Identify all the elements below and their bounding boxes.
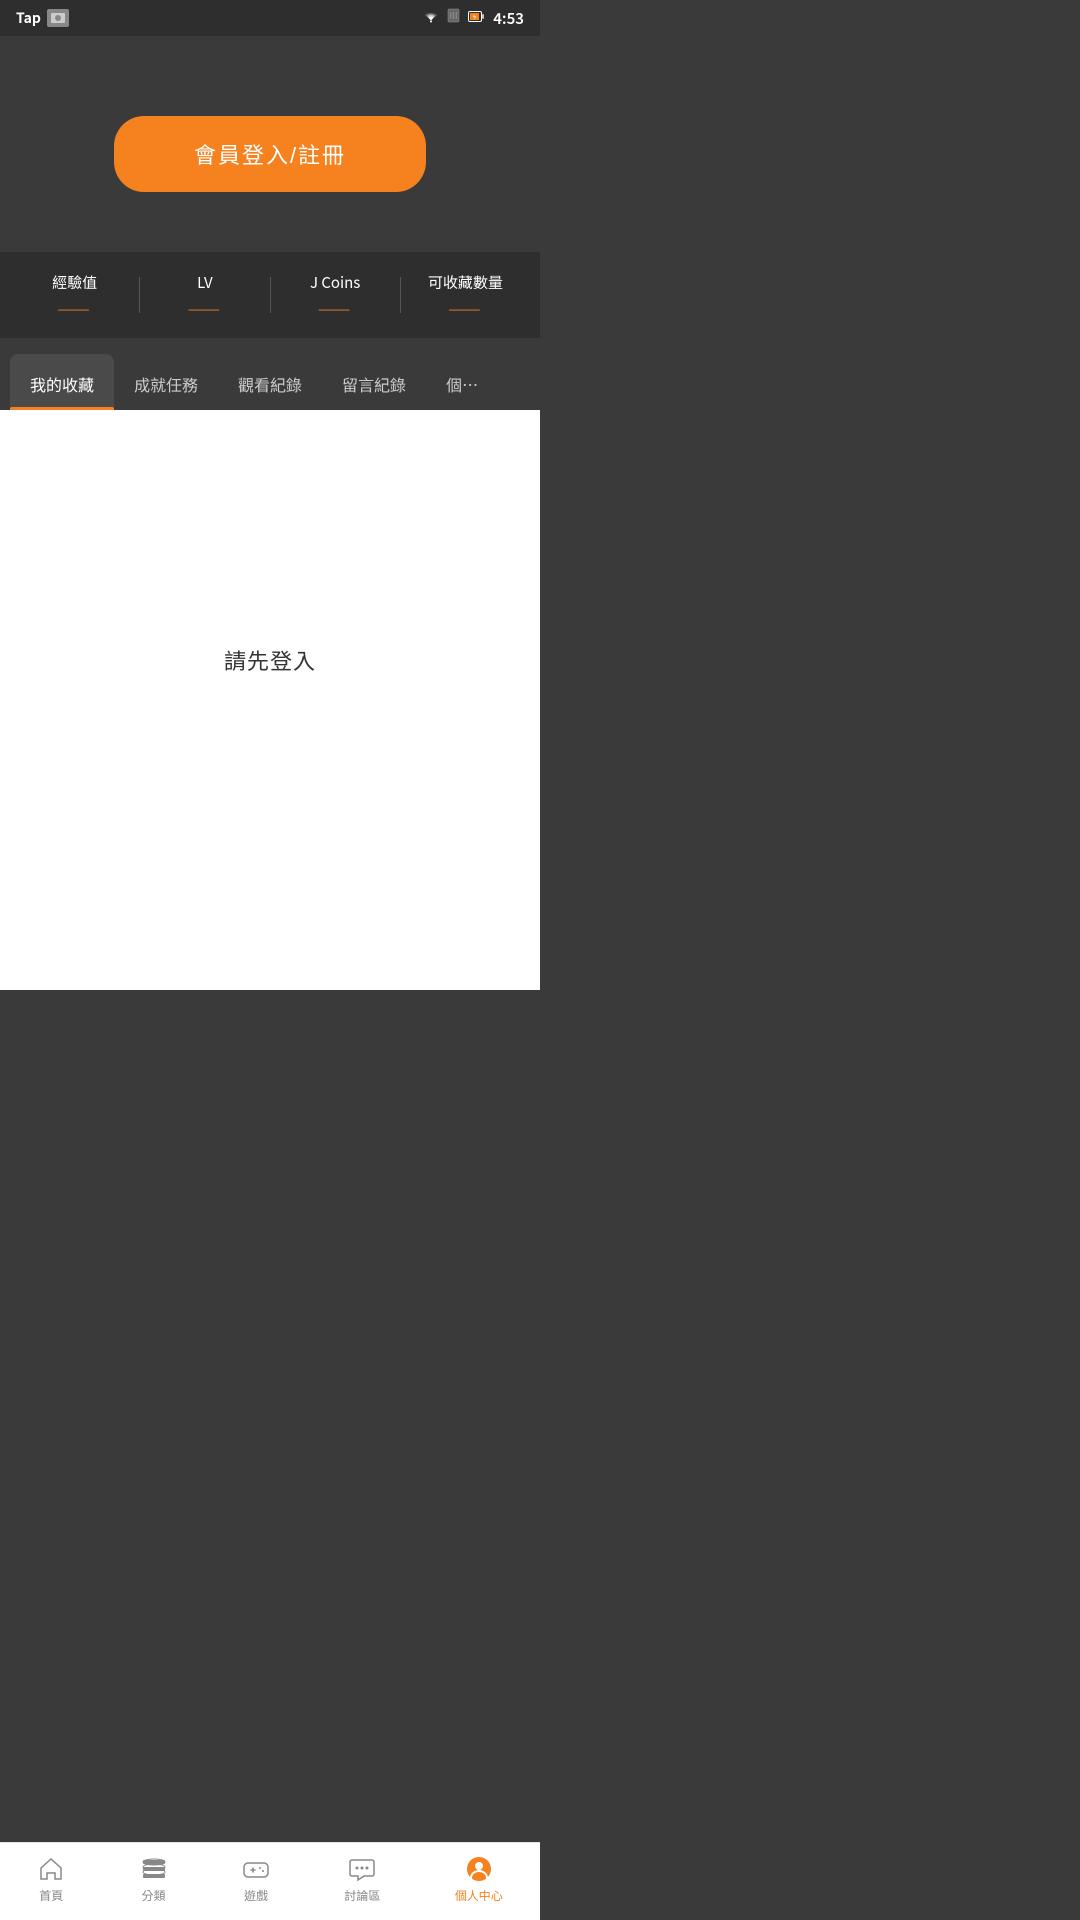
stats-row: 經驗值 ——— LV ——— J Coins ——— 可收藏數量 ———	[0, 252, 540, 338]
sim-icon	[447, 8, 460, 28]
status-left: Tap	[16, 8, 69, 28]
profile-icon	[465, 1855, 493, 1883]
tap-logo: Tap	[16, 8, 41, 28]
top-section: 會員登入/註冊	[0, 36, 540, 252]
nav-games-label: 遊戲	[244, 1887, 268, 1904]
battery-icon	[468, 8, 485, 28]
stat-jcoins-label: J Coins	[310, 272, 360, 293]
home-icon	[37, 1855, 65, 1883]
please-login-text: 請先登入	[224, 644, 316, 676]
status-right: 4:53	[423, 8, 524, 29]
tab-comment-history[interactable]: 留言紀錄	[322, 354, 426, 410]
login-register-button[interactable]: 會員登入/註冊	[114, 116, 426, 192]
stat-lv-label: LV	[197, 272, 212, 293]
main-content: 請先登入	[0, 410, 540, 910]
tab-achievements[interactable]: 成就任務	[114, 354, 218, 410]
stat-collectible-label: 可收藏數量	[428, 272, 503, 293]
nav-discussion[interactable]: 討論區	[344, 1855, 380, 1904]
nav-home-label: 首頁	[39, 1887, 63, 1904]
photo-icon	[47, 9, 69, 27]
tab-watch-history[interactable]: 觀看紀錄	[218, 354, 322, 410]
stat-collectible: 可收藏數量 ———	[401, 272, 530, 318]
nav-discussion-label: 討論區	[344, 1887, 380, 1904]
wifi-icon	[423, 8, 439, 28]
tabs-row: 我的收藏 成就任務 觀看紀錄 留言紀錄 個…	[0, 354, 540, 410]
status-bar: Tap	[0, 0, 540, 36]
tab-my-collection[interactable]: 我的收藏	[10, 354, 114, 410]
stat-experience: 經驗值 ———	[10, 272, 139, 318]
nav-profile-label: 個人中心	[455, 1887, 503, 1904]
stat-experience-value: ———	[58, 299, 92, 318]
stat-lv-value: ———	[188, 299, 222, 318]
tab-personal[interactable]: 個…	[426, 354, 498, 410]
nav-profile[interactable]: 個人中心	[455, 1855, 503, 1904]
nav-games[interactable]: 遊戲	[242, 1855, 270, 1904]
categories-icon	[140, 1855, 168, 1883]
stat-experience-label: 經驗值	[52, 272, 97, 293]
stat-collectible-value: ———	[448, 299, 482, 318]
games-icon	[242, 1855, 270, 1883]
nav-categories-label: 分類	[142, 1887, 166, 1904]
time-display: 4:53	[493, 8, 524, 29]
stat-jcoins-value: ———	[318, 299, 352, 318]
stat-lv: LV ———	[140, 272, 269, 318]
nav-categories[interactable]: 分類	[140, 1855, 168, 1904]
bottom-nav: 首頁 分類 遊戲 討論區	[0, 1842, 540, 1920]
nav-home[interactable]: 首頁	[37, 1855, 65, 1904]
discussion-icon	[348, 1855, 376, 1883]
stat-jcoins: J Coins ———	[271, 272, 400, 318]
